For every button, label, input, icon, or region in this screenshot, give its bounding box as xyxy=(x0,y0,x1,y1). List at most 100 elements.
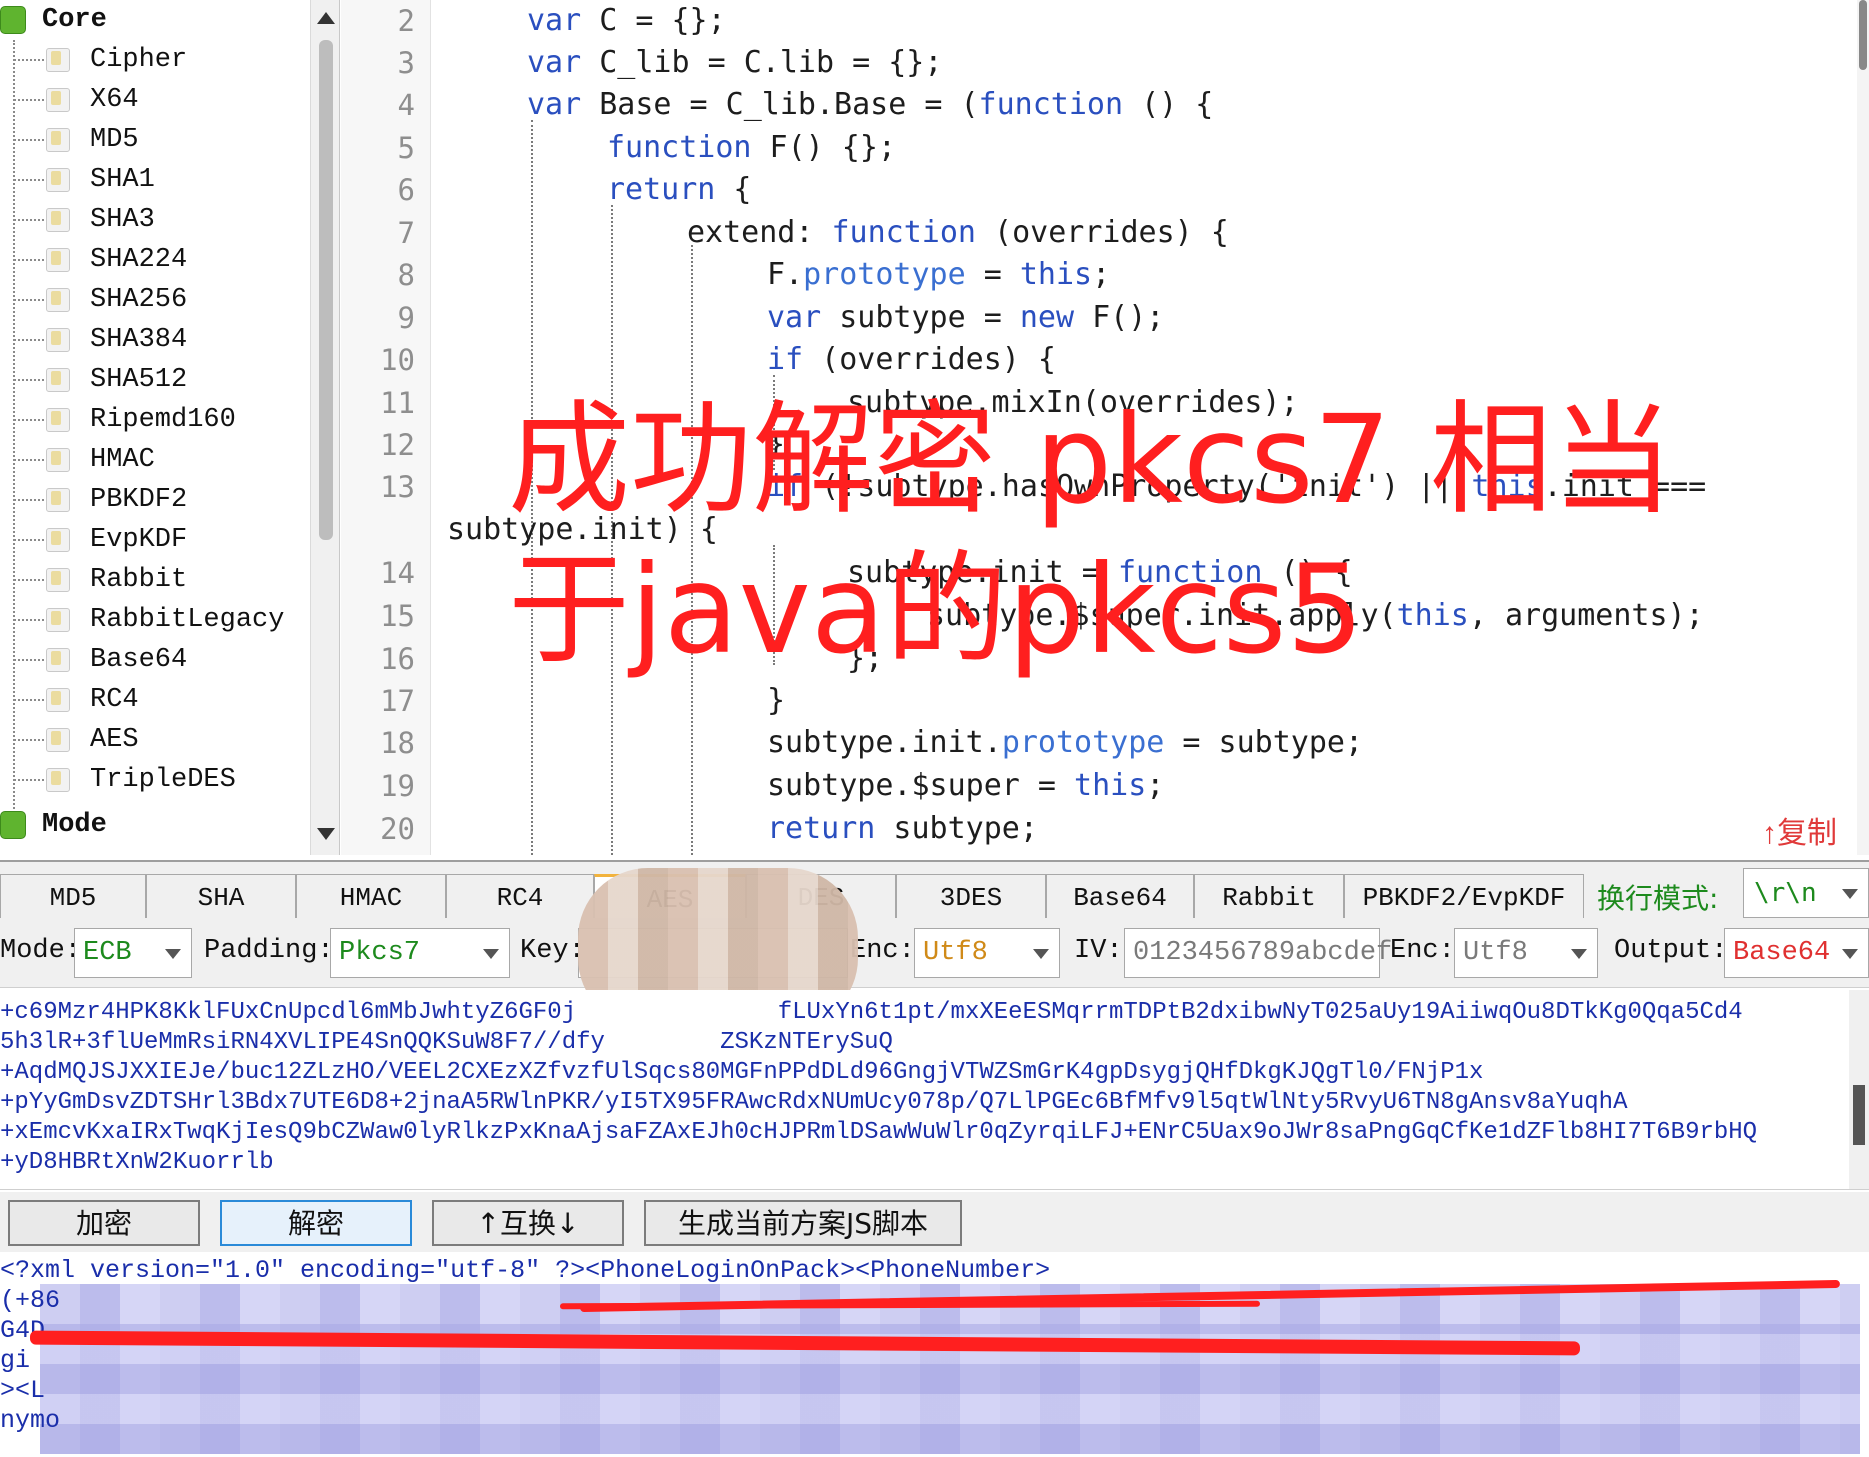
wrap-mode-value: \r\n xyxy=(1754,878,1817,908)
options-row: Mode: ECB Padding: Pkcs7 Key: Enc: Utf8 … xyxy=(0,918,1869,988)
line-number: 8 xyxy=(397,258,415,292)
tree-node-label: SHA384 xyxy=(90,325,188,355)
tree-node-label: RC4 xyxy=(90,685,139,715)
key-encoding-select[interactable]: Utf8 xyxy=(914,928,1060,978)
tree-connector xyxy=(14,539,44,541)
editor-scrollbar[interactable] xyxy=(1857,0,1869,855)
indent-guide xyxy=(773,545,775,665)
script-icon xyxy=(46,488,70,512)
tab-md5[interactable]: MD5 xyxy=(0,874,146,920)
ciphertext-line: +xEmcvKxaIRxTwqKjIesQ9bCZWaw0lyRlkzPxKna… xyxy=(0,1119,1758,1146)
tab-hmac[interactable]: HMAC xyxy=(296,874,446,920)
plaintext-line: (+86 xyxy=(0,1286,61,1315)
script-icon xyxy=(46,568,70,592)
line-number-gutter: 2 3 4 5 6 7 8 9 10 11 12 13 14 15 16 17 18 19 20 xyxy=(341,0,431,855)
script-icon xyxy=(46,168,70,192)
scroll-down-icon[interactable] xyxy=(317,828,335,840)
iv-value: 0123456789abcdef xyxy=(1133,938,1393,968)
script-icon xyxy=(46,408,70,432)
wrap-mode-select[interactable]: \r\n xyxy=(1743,868,1869,918)
generate-script-button[interactable]: 生成当前方案JS脚本 xyxy=(644,1200,962,1246)
scroll-up-icon[interactable] xyxy=(317,12,335,24)
scroll-thumb[interactable] xyxy=(319,40,333,540)
output-label: Output: xyxy=(1614,936,1728,966)
script-icon xyxy=(46,248,70,272)
line-number: 10 xyxy=(380,343,415,377)
encrypt-button[interactable]: 加密 xyxy=(8,1200,200,1246)
line-number: 16 xyxy=(380,642,415,676)
tab-sha[interactable]: SHA xyxy=(146,874,296,920)
script-icon xyxy=(46,368,70,392)
plaintext-line: ><L xyxy=(0,1376,46,1405)
tab-base64[interactable]: Base64 xyxy=(1046,874,1194,920)
tree-node-label: AES xyxy=(90,725,139,755)
iv-input[interactable]: 0123456789abcdef xyxy=(1124,928,1392,978)
code-line-8: F.prototype = this; xyxy=(767,257,1111,292)
scroll-thumb[interactable] xyxy=(1853,1085,1865,1145)
key-encoding-value: Utf8 xyxy=(923,938,988,968)
padding-select[interactable]: Pkcs7 xyxy=(330,928,510,978)
tree-node-label: SHA3 xyxy=(90,205,155,235)
scroll-thumb[interactable] xyxy=(1859,0,1867,70)
tree-node-label: Rabbit xyxy=(90,565,188,595)
code-line-2: var C = {}; xyxy=(527,3,726,38)
code-line-19: subtype.$super = this; xyxy=(767,768,1165,803)
tree-connector xyxy=(14,139,44,141)
line-number: 15 xyxy=(380,599,415,633)
tree-node-label: PBKDF2 xyxy=(90,485,188,515)
ciphertext-line: +pYyGmDsvZDTSHrl3Bdx7UTE6D8+2jnaA5RWlnPK… xyxy=(0,1089,1628,1116)
tab-rc4[interactable]: RC4 xyxy=(446,874,594,920)
script-icon xyxy=(46,88,70,112)
tab-3des[interactable]: 3DES xyxy=(896,874,1046,920)
line-number: 3 xyxy=(397,46,415,80)
output-select[interactable]: Base64 xyxy=(1724,928,1869,978)
key-label: Key: xyxy=(520,936,585,966)
iv-encoding-label: Enc: xyxy=(1390,936,1455,966)
key-encoding-label: Enc: xyxy=(850,936,915,966)
ciphertext-scrollbar[interactable] xyxy=(1849,990,1869,1189)
tree-node-label: SHA1 xyxy=(90,165,155,195)
code-line-4: var Base = C_lib.Base = (function () { xyxy=(527,87,1214,122)
code-editor[interactable]: 2 3 4 5 6 7 8 9 10 11 12 13 14 15 16 17 18 19 20 var C = {… xyxy=(341,0,1869,855)
swap-button[interactable]: ↑互换↓ xyxy=(432,1200,624,1246)
ciphertext-area[interactable]: +c69Mzr4HPK8KklFUxCnUpcdl6mMbJwhtyZ6GF0j… xyxy=(0,990,1869,1190)
tree-connector xyxy=(14,739,44,741)
tree-scrollbar[interactable] xyxy=(310,0,339,855)
tree-connector xyxy=(14,579,44,581)
mode-select[interactable]: ECB xyxy=(74,928,192,978)
chevron-down-icon xyxy=(165,949,181,959)
script-icon xyxy=(46,208,70,232)
script-icon xyxy=(46,328,70,352)
plaintext-line: <?xml version="1.0" encoding="utf-8" ?><… xyxy=(0,1256,1051,1285)
code-line-9: var subtype = new F(); xyxy=(767,300,1165,335)
line-number: 17 xyxy=(380,684,415,718)
line-number: 5 xyxy=(397,131,415,165)
code-line-6: return { xyxy=(607,172,752,207)
copy-link[interactable]: ↑复制 xyxy=(1762,808,1837,852)
code-line-10: if (overrides) { xyxy=(767,342,1056,377)
script-icon xyxy=(46,728,70,752)
script-icon xyxy=(46,128,70,152)
tree-connector xyxy=(14,699,44,701)
tree-node-label: RabbitLegacy xyxy=(90,605,285,635)
line-number: 7 xyxy=(397,216,415,250)
tree-guide-line xyxy=(13,40,15,820)
line-number: 12 xyxy=(380,428,415,462)
tree-connector xyxy=(14,419,44,421)
iv-encoding-select[interactable]: Utf8 xyxy=(1454,928,1598,978)
folder-icon xyxy=(0,6,26,34)
decrypt-button[interactable]: 解密 xyxy=(220,1200,412,1246)
script-icon xyxy=(46,608,70,632)
line-number: 2 xyxy=(397,4,415,38)
script-icon xyxy=(46,528,70,552)
tab-rabbit[interactable]: Rabbit xyxy=(1194,874,1344,920)
tree-node-label: Mode xyxy=(42,810,107,840)
code-line-13-wrap: subtype.init) { xyxy=(447,512,718,547)
plaintext-line: gi xyxy=(0,1346,31,1375)
indent-guide xyxy=(531,120,533,855)
output-value: Base64 xyxy=(1733,938,1831,968)
line-number: 11 xyxy=(380,386,415,420)
tree-node-label: Base64 xyxy=(90,645,188,675)
tab-pbkdf2-evpkdf[interactable]: PBKDF2/EvpKDF xyxy=(1344,874,1584,920)
code-line-18: subtype.init.prototype = subtype; xyxy=(767,725,1364,760)
